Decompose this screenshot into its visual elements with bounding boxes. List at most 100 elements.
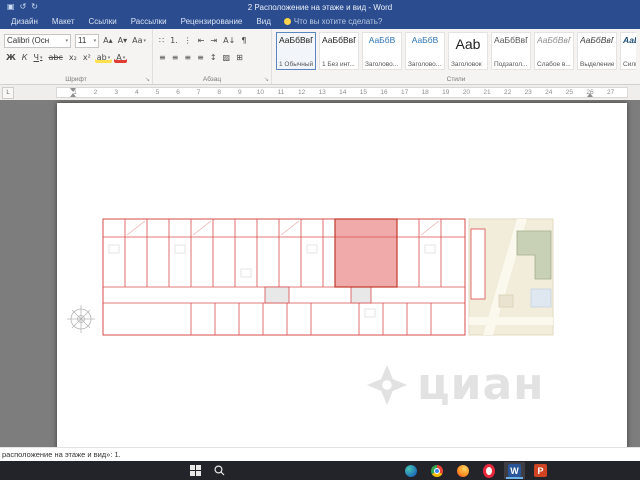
underline-button[interactable]: Ч ▾ [31,52,44,63]
app-letter: P [534,464,547,477]
undo-icon[interactable]: ↺ [20,0,27,14]
shading-button[interactable]: ▨ [221,52,233,63]
tab-design[interactable]: Дизайн [4,15,45,28]
taskbar-search-button[interactable] [214,465,225,476]
style-heading2[interactable]: АаБбВ Заголово... [405,32,445,70]
ruler[interactable]: L 1 2 3 4 5 6 7 8 9 10 11 12 13 14 15 16 17 18 19 20 21 22 23 2… [0,85,640,100]
app-glyph [404,464,417,477]
ruler-number: 22 [503,89,512,96]
borders-button[interactable]: ⊞ [234,52,245,63]
sort-button[interactable]: А↓ [221,35,237,46]
style-normal[interactable]: АаБбВвГг 1 Обычный [276,32,316,70]
paragraph-row2-buttons: ≡ ≡ ≡ ≡ ↕ ▨ ⊞ [157,49,267,66]
start-button[interactable] [190,465,201,476]
app-letter: W [508,464,521,477]
strikethrough-button[interactable]: abc [46,52,64,63]
font-size-combo[interactable]: 11 ▾ [74,33,100,48]
style-heading1[interactable]: АаБбВ Заголово... [362,32,402,70]
ruler-number: 20 [462,89,471,96]
style-name: Слабое в... [537,61,571,68]
font-row1-buttons: А▴ А▾ Аа ▾ [101,35,148,46]
align-left-button[interactable]: ≡ [157,52,168,63]
taskbar-icon-word[interactable]: W [504,462,525,479]
cian-watermark: циан [365,363,545,407]
ruler-number: 13 [318,89,326,96]
page[interactable]: циан [57,103,627,447]
style-subtle-emphasis[interactable]: АаБбВвГг Слабое в... [534,32,574,70]
change-case-button[interactable]: Аа ▾ [130,35,148,46]
redo-icon[interactable]: ↻ [31,0,38,14]
ruler-number: 8 [217,89,221,96]
tab-references[interactable]: Ссылки [82,15,124,28]
ruler-number: 2 [93,89,98,96]
ruler-number: 11 [277,89,285,96]
tab-selector[interactable]: L [2,87,14,99]
taskbar-system-buttons [190,461,225,480]
style-no-spacing[interactable]: АаБбВвГг 1 Без инт... [319,32,359,70]
style-sample: АаБбВвГг [580,35,614,45]
tab-layout[interactable]: Макет [45,15,82,28]
taskbar-icon-firefox[interactable] [452,462,473,479]
taskbar-icon-edge[interactable] [400,462,421,479]
tab-mailings[interactable]: Рассылки [124,15,174,28]
style-sample: АаБбВвГ [494,35,528,45]
ruler-number: 6 [176,89,180,96]
ruler-number: 21 [483,89,491,96]
ruler-number: 3 [114,89,118,96]
tab-view[interactable]: Вид [249,15,277,28]
ruler-number: 9 [237,89,242,96]
style-intense-emphasis[interactable]: АаБбВвГг Сильное в... [620,32,636,70]
font-name-value: Calibri (Осн [7,36,50,45]
compass-icon [67,305,95,333]
app-glyph [456,464,469,477]
shrink-font-button[interactable]: А▾ [116,35,130,46]
style-name: Сильное в... [623,61,636,68]
tell-me-box[interactable]: Что вы хотите сделать? [283,17,382,26]
superscript-button[interactable]: x² [81,52,93,63]
subscript-button[interactable]: x₂ [67,52,79,63]
ruler-number: 27 [606,89,615,96]
style-sample: АаБбВвГг [537,35,571,45]
taskbar-icon-chrome[interactable] [426,462,447,479]
ribbon-tab-bar: Дизайн Макет Ссылки Рассылки Рецензирование В… [0,14,640,29]
style-subtitle[interactable]: АаБбВвГ Подзагол... [491,32,531,70]
bold-button[interactable]: Ж [4,52,18,63]
style-title[interactable]: Аab Заголовок [448,32,488,70]
line-spacing-button[interactable]: ↕ [208,52,219,63]
dialog-launcher-icon[interactable]: ↘ [145,76,150,83]
font-name-combo[interactable]: Calibri (Осн ▾ [4,33,71,48]
font-size-value: 11 [77,36,87,45]
bullets-button[interactable]: ∷ [157,35,166,46]
align-right-button[interactable]: ≡ [182,52,193,63]
ruler-band[interactable]: 1 2 3 4 5 6 7 8 9 10 11 12 13 14 15 16 17 18 19 20 21 22 23 24 2… [56,87,628,98]
save-icon[interactable]: ▣ [7,0,15,14]
multilevel-list-button[interactable]: ⋮ [182,35,194,46]
font-group-label: Шрифт [65,76,87,83]
dialog-launcher-icon[interactable]: ↘ [264,76,269,83]
grow-font-button[interactable]: А▴ [101,35,115,46]
ruler-number: 23 [524,89,532,96]
taskbar-icon-opera[interactable] [478,462,499,479]
italic-button[interactable]: К [20,52,30,63]
document-area[interactable]: циан [0,100,640,447]
chevron-down-icon: ▾ [39,54,43,61]
tab-review[interactable]: Рецензирование [174,15,250,28]
ruler-number: 7 [196,89,201,96]
ruler-number: 10 [256,89,265,96]
font-group: Calibri (Осн ▾ 11 ▾ А▴ А▾ Аа ▾ Ж К Ч ▾ abc x₂ x² a… [0,29,153,84]
floor-plan-figure[interactable] [65,209,557,358]
text-highlight-button[interactable]: ab ▾ [95,52,113,63]
paragraph-marks-button[interactable]: ¶ [239,35,248,46]
taskbar-icon-powerpoint[interactable]: P [530,462,551,479]
numbering-button[interactable]: 1. [168,35,180,46]
taskbar-apps: WP [400,461,551,480]
justify-button[interactable]: ≡ [195,52,206,63]
decrease-indent-button[interactable]: ⇤ [196,35,207,46]
ruler-number: 15 [359,89,368,96]
font-row2-buttons: Ж К Ч ▾ abc x₂ x² ab ▾ А ▾ [4,49,148,66]
style-emphasis[interactable]: АаБбВвГг Выделение [577,32,617,70]
increase-indent-button[interactable]: ⇥ [208,35,219,46]
style-sample: АаБбВвГг [322,35,356,45]
align-center-button[interactable]: ≡ [170,52,181,63]
font-color-button[interactable]: А ▾ [114,52,127,63]
